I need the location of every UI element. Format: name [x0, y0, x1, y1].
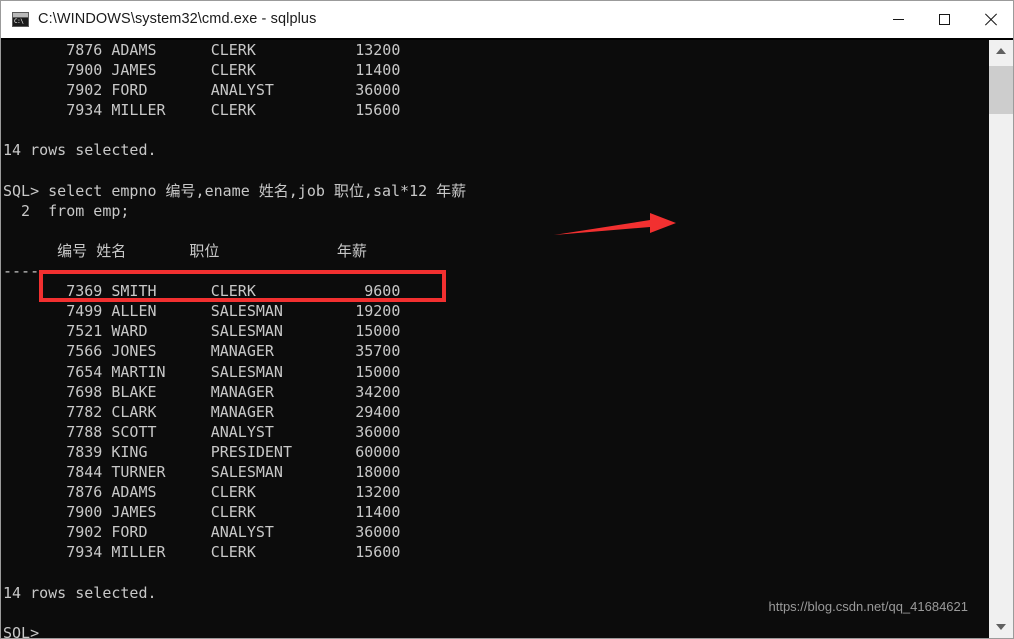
console-line: 7369 SMITH CLERK 9600 — [3, 282, 401, 301]
console-line: 7900 JAMES CLERK 11400 — [3, 503, 401, 522]
console-line: 7566 JONES MANAGER 35700 — [3, 342, 401, 361]
maximize-icon — [938, 13, 950, 25]
vertical-scrollbar[interactable] — [988, 40, 1013, 638]
console-text-buffer: 7876 ADAMS CLERK 13200 7900 JAMES CLERK … — [1, 40, 988, 638]
console-line: 7934 MILLER CLERK 15600 — [3, 543, 401, 562]
cmd-window: C:\WINDOWS\system32\cmd.exe - sqlplus 78… — [0, 0, 1014, 639]
console-line: 7844 TURNER SALESMAN 18000 — [3, 462, 401, 481]
watermark-text: https://blog.csdn.net/qq_41684621 — [768, 599, 969, 614]
console-line: ---------- ---------- --------- --------… — [3, 262, 383, 281]
console-line: 7876 ADAMS CLERK 13200 — [3, 41, 401, 59]
scroll-down-button[interactable] — [989, 616, 1013, 638]
console-line: 2 from emp; — [3, 201, 130, 220]
console-line: 7900 JAMES CLERK 11400 — [3, 61, 401, 80]
console-line: 7499 ALLEN SALESMAN 19200 — [3, 302, 401, 321]
console-line: 7521 WARD SALESMAN 15000 — [3, 322, 401, 341]
console-line: 14 rows selected. — [3, 141, 157, 160]
minimize-button[interactable] — [875, 1, 921, 37]
console-line: SQL> select empno 编号,ename 姓名,job 职位,sal… — [3, 181, 467, 200]
close-button[interactable] — [967, 1, 1013, 37]
scroll-down-icon — [996, 624, 1006, 630]
console-line: 7934 MILLER CLERK 15600 — [3, 101, 401, 120]
console-line: 7654 MARTIN SALESMAN 15000 — [3, 362, 401, 381]
console-line: 7698 BLAKE MANAGER 34200 — [3, 382, 401, 401]
console-line: 7902 FORD ANALYST 36000 — [3, 81, 401, 100]
console-line: 7902 FORD ANALYST 36000 — [3, 523, 401, 542]
console-line: 7839 KING PRESIDENT 60000 — [3, 442, 401, 461]
scroll-up-icon — [996, 48, 1006, 54]
console-line: SQL> — [3, 623, 40, 638]
console-line: 7788 SCOTT ANALYST 36000 — [3, 422, 401, 441]
window-title: C:\WINDOWS\system32\cmd.exe - sqlplus — [38, 11, 317, 27]
minimize-icon — [892, 18, 904, 20]
scrollbar-thumb[interactable] — [989, 66, 1013, 114]
console-line: 编号 姓名 职位 年薪 — [3, 241, 367, 260]
console-line: 7876 ADAMS CLERK 13200 — [3, 483, 401, 502]
maximize-button[interactable] — [921, 1, 967, 37]
scroll-up-button[interactable] — [989, 40, 1013, 62]
close-icon — [984, 13, 997, 26]
title-bar[interactable]: C:\WINDOWS\system32\cmd.exe - sqlplus — [1, 1, 1013, 38]
console-area: 7876 ADAMS CLERK 13200 7900 JAMES CLERK … — [1, 38, 1013, 638]
cmd-console-icon — [12, 11, 29, 27]
window-controls — [875, 1, 1013, 37]
console-line: 7782 CLARK MANAGER 29400 — [3, 402, 401, 421]
console-output[interactable]: 7876 ADAMS CLERK 13200 7900 JAMES CLERK … — [1, 40, 988, 638]
scrollbar-track[interactable] — [989, 62, 1013, 616]
